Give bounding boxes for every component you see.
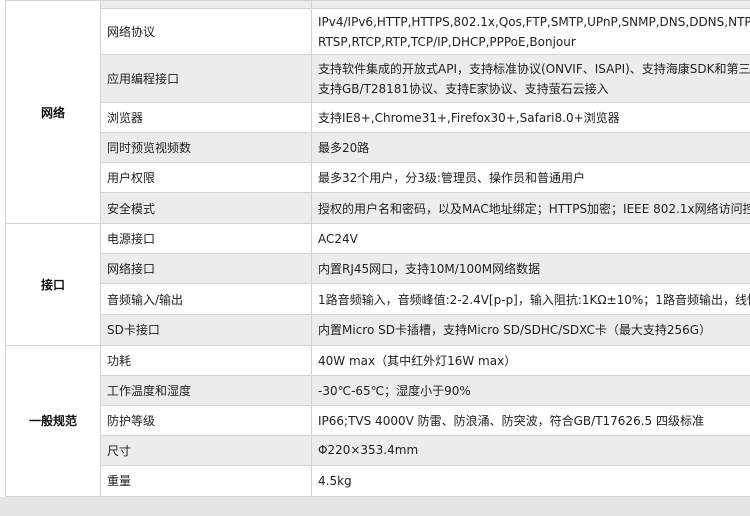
table-row: 浏览器 支持IE8+,Chrome31+,Firefox30+,Safari8.… bbox=[6, 102, 750, 134]
value-cell: 最多32个用户，分3级:管理员、操作员和普通用户 bbox=[311, 162, 750, 194]
category-label: 接口 bbox=[40, 277, 65, 292]
value-cell: -30℃-65℃；湿度小于90% bbox=[311, 374, 750, 406]
feature-cell: SD卡接口 bbox=[100, 313, 312, 346]
feature-cell: 浏览器 bbox=[100, 102, 312, 134]
value-cell: 内置Micro SD卡插槽，支持Micro SD/SDHC/SDXC卡（最大支持… bbox=[311, 313, 750, 346]
value-cell: 4.5kg bbox=[311, 464, 750, 498]
table-row: 音频输入/输出 1路音频输入，音频峰值:2-2.4V[p-p]，输入阻抗:1KΩ… bbox=[6, 283, 750, 315]
feature-cell: 同时预览视频数 bbox=[100, 132, 312, 164]
bottom-strip bbox=[0, 497, 750, 516]
table-row: 网络接口 内置RJ45网口，支持10M/100M网络数据 bbox=[6, 253, 750, 285]
value-cell: IPv4/IPv6,HTTP,HTTPS,802.1x,Qos,FTP,SMTP… bbox=[311, 8, 750, 56]
spec-table: 网络 网络协议 IPv4/IPv6,HTTP,HTTPS,802.1x,Qos,… bbox=[5, 0, 750, 498]
feature-cell: 防护等级 bbox=[100, 404, 312, 436]
table-row-top-partial: 网络 bbox=[5, 0, 750, 225]
table-row: 接口 电源接口 AC24V bbox=[5, 223, 750, 346]
feature-cell: 应用编程接口 bbox=[100, 54, 312, 104]
table-row: 同时预览视频数 最多20路 bbox=[6, 132, 750, 164]
feature-cell: 尺寸 bbox=[100, 434, 312, 466]
table-row: 尺寸 Φ220×353.4mm bbox=[6, 434, 750, 466]
table-row: 安全模式 授权的用户名和密码，以及MAC地址绑定；HTTPS加密；IEEE 80… bbox=[6, 192, 750, 225]
feature-cell: 功耗 bbox=[100, 344, 312, 376]
table-row: 网络协议 IPv4/IPv6,HTTP,HTTPS,802.1x,Qos,FTP… bbox=[6, 8, 750, 56]
table-row: 工作温度和湿度 -30℃-65℃；湿度小于90% bbox=[6, 374, 750, 406]
value-cell: 最多20路 bbox=[311, 132, 750, 164]
category-cell: 接口 bbox=[5, 223, 101, 346]
feature-cell: 网络协议 bbox=[100, 8, 312, 56]
feature-cell: 电源接口 bbox=[100, 223, 312, 255]
value-cell: 支持IE8+,Chrome31+,Firefox30+,Safari8.0+浏览… bbox=[311, 102, 750, 134]
table-row: 一般规范 功耗 40W max（其中红外灯16W max） bbox=[5, 344, 750, 498]
category-cell: 一般规范 bbox=[5, 344, 101, 498]
feature-cell: 工作温度和湿度 bbox=[100, 374, 312, 406]
category-cell: 网络 bbox=[5, 0, 101, 225]
table-row: 重量 4.5kg bbox=[6, 464, 750, 498]
table-row: SD卡接口 内置Micro SD卡插槽，支持Micro SD/SDHC/SDXC… bbox=[6, 313, 750, 346]
feature-cell: 音频输入/输出 bbox=[100, 283, 312, 315]
value-cell: 1路音频输入，音频峰值:2-2.4V[p-p]，输入阻抗:1KΩ±10%；1路音… bbox=[311, 283, 750, 315]
value-cell: 40W max（其中红外灯16W max） bbox=[311, 344, 750, 376]
value-cell: 支持软件集成的开放式API，支持标准协议(ONVIF、ISAPI)、支持海康SD… bbox=[311, 54, 750, 104]
feature-cell: 用户权限 bbox=[100, 162, 312, 194]
value-cell: 内置RJ45网口，支持10M/100M网络数据 bbox=[311, 253, 750, 285]
table-row: 应用编程接口 支持软件集成的开放式API，支持标准协议(ONVIF、ISAPI)… bbox=[6, 54, 750, 104]
table-row: 用户权限 最多32个用户，分3级:管理员、操作员和普通用户 bbox=[6, 162, 750, 194]
category-label: 一般规范 bbox=[28, 414, 77, 429]
value-cell: IP66;TVS 4000V 防雷、防浪涌、防突波，符合GB/T17626.5 … bbox=[311, 404, 750, 436]
feature-cell: 网络接口 bbox=[100, 253, 312, 285]
table-row: 防护等级 IP66;TVS 4000V 防雷、防浪涌、防突波，符合GB/T176… bbox=[6, 404, 750, 436]
feature-cell: 安全模式 bbox=[100, 192, 312, 225]
value-cell: AC24V bbox=[311, 223, 750, 255]
value-cell: Φ220×353.4mm bbox=[311, 434, 750, 466]
category-label: 网络 bbox=[40, 105, 65, 120]
value-cell: 授权的用户名和密码，以及MAC地址绑定；HTTPS加密；IEEE 802.1x网… bbox=[311, 192, 750, 225]
feature-cell: 重量 bbox=[100, 464, 312, 498]
